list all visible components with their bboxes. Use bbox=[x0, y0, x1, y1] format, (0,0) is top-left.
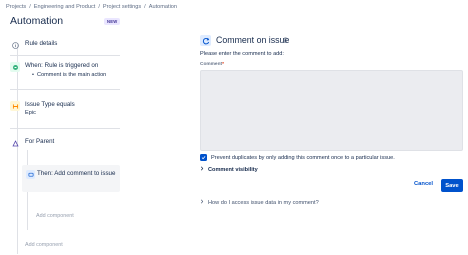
branch-icon bbox=[10, 138, 20, 148]
save-button[interactable]: Save bbox=[441, 179, 463, 192]
add-component-outer-button[interactable]: Add component bbox=[25, 242, 63, 248]
prevent-duplicates-checkbox[interactable] bbox=[200, 154, 207, 161]
comment-textarea[interactable] bbox=[200, 70, 463, 151]
condition-value: Epic bbox=[25, 110, 36, 116]
info-icon bbox=[10, 40, 20, 50]
trigger-icon bbox=[10, 62, 20, 72]
action-card[interactable]: Then: Add comment to issue bbox=[22, 165, 120, 192]
trash-icon[interactable] bbox=[283, 37, 288, 45]
prevent-duplicates-row[interactable]: Prevent duplicates by only adding this c… bbox=[200, 154, 395, 161]
condition-step[interactable]: Issue Type equals bbox=[10, 101, 75, 111]
rule-details-label: Rule details bbox=[25, 40, 58, 47]
comment-action-icon bbox=[26, 170, 35, 179]
chevron-right-icon bbox=[200, 199, 204, 206]
cancel-button[interactable]: Cancel bbox=[414, 181, 433, 187]
page-title: Automation bbox=[10, 15, 64, 27]
rule-rail bbox=[17, 44, 18, 254]
prevent-duplicates-label: Prevent duplicates by only adding this c… bbox=[211, 154, 395, 161]
divider bbox=[10, 89, 120, 90]
required-mark: * bbox=[222, 62, 224, 67]
chevron-right-icon bbox=[200, 166, 204, 173]
divider bbox=[10, 128, 120, 129]
comment-field-label: Comment* bbox=[200, 62, 224, 67]
condition-icon bbox=[10, 101, 20, 111]
breadcrumb: Projects / Engineering and Product / Project… bbox=[6, 4, 178, 10]
breadcrumb-projects[interactable]: Projects bbox=[6, 4, 26, 10]
branch-step[interactable]: For Parent bbox=[10, 138, 54, 148]
new-badge: NEW bbox=[104, 18, 121, 25]
trigger-label: When: Rule is triggered on bbox=[25, 62, 99, 69]
trigger-detail: Comment is the main action bbox=[32, 72, 106, 78]
breadcrumb-automation[interactable]: Automation bbox=[149, 4, 177, 10]
branch-label: For Parent bbox=[25, 138, 55, 145]
trigger-step[interactable]: When: Rule is triggered on bbox=[10, 62, 98, 72]
comment-visibility-toggle[interactable]: Comment visibility bbox=[200, 166, 258, 173]
breadcrumb-engineering-and-product[interactable]: Engineering and Product bbox=[34, 4, 96, 10]
action-label: Then: Add comment to issue bbox=[37, 170, 116, 177]
help-link[interactable]: How do I access issue data in my comment… bbox=[200, 199, 319, 206]
breadcrumb-project-settings[interactable]: Project settings bbox=[103, 4, 141, 10]
comment-action-icon bbox=[200, 35, 211, 46]
condition-label: Issue Type equals bbox=[25, 101, 75, 108]
divider bbox=[10, 55, 120, 56]
help-link-label: How do I access issue data in my comment… bbox=[208, 199, 319, 206]
editor-description: Please enter the comment to add: bbox=[200, 51, 284, 57]
add-component-inner-button[interactable]: Add component bbox=[36, 213, 74, 219]
comment-visibility-label: Comment visibility bbox=[208, 166, 258, 173]
rule-details-item[interactable]: Rule details bbox=[10, 40, 57, 50]
editor-title: Comment on issue bbox=[216, 35, 290, 45]
